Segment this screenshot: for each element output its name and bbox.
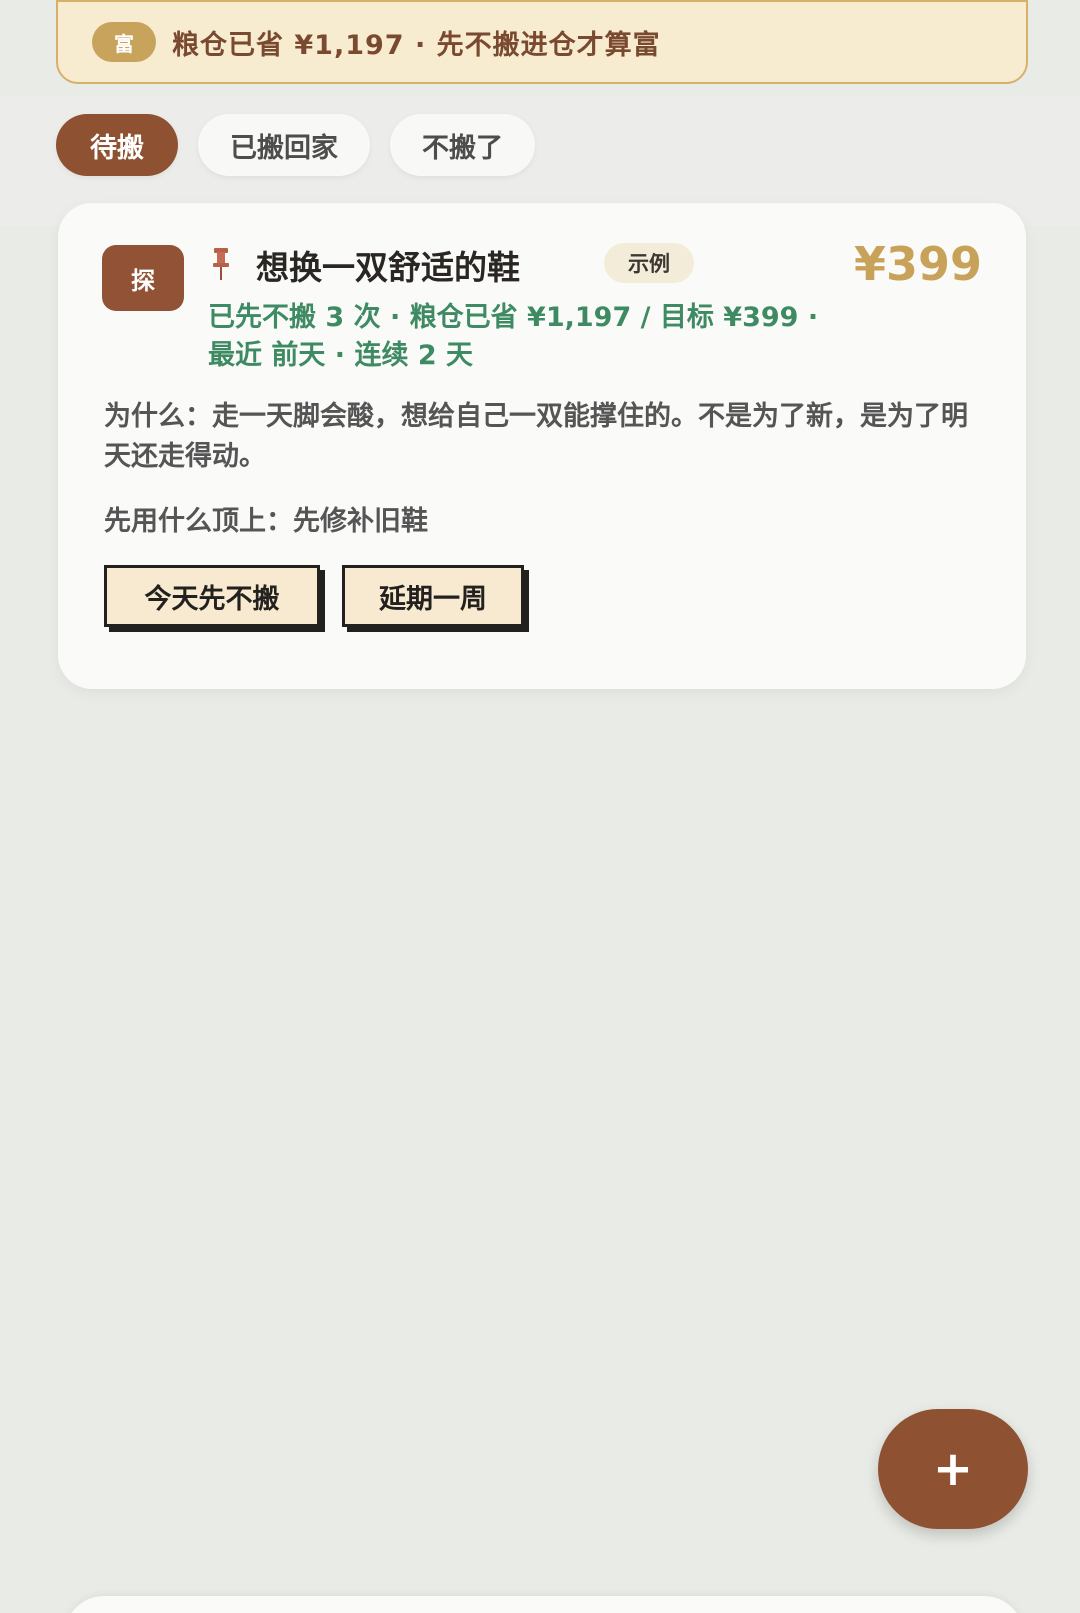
- reason-text: 为什么：走一天脚会酸，想给自己一双能撑住的。不是为了新，是为了明天还走得动。: [104, 401, 968, 472]
- bottom-sheet: [64, 1596, 1024, 1613]
- wish-item-card[interactable]: 探 想换一双舒适的鞋 示例 ¥399 已先不搬 3 次 · 粮仓已省 ¥1,19…: [58, 203, 1026, 689]
- skip-today-button[interactable]: 今天先不搬: [104, 565, 320, 627]
- item-title: 想换一双舒适的鞋: [256, 248, 520, 287]
- plus-icon: +: [932, 1441, 974, 1497]
- fallback-text: 先用什么顶上：先修补旧鞋: [104, 506, 428, 537]
- savings-banner: 富 粮仓已省 ¥1,197 · 先不搬进仓才算富: [56, 0, 1028, 84]
- status-tabs: 待搬 已搬回家 不搬了: [56, 114, 535, 176]
- target-price: ¥399: [853, 237, 982, 291]
- screen: 富 粮仓已省 ¥1,197 · 先不搬进仓才算富 待搬 已搬回家 不搬了 探 想…: [0, 0, 1080, 1613]
- category-icon: 探: [102, 245, 184, 311]
- tab-not-moving[interactable]: 不搬了: [390, 114, 535, 176]
- tab-moved-home[interactable]: 已搬回家: [198, 114, 370, 176]
- tab-pending[interactable]: 待搬: [56, 114, 178, 176]
- savings-summary: 粮仓已省 ¥1,197 · 先不搬进仓才算富: [172, 29, 661, 61]
- add-item-button[interactable]: +: [878, 1409, 1028, 1529]
- wealth-badge: 富: [92, 22, 156, 62]
- pushpin-icon: [213, 248, 229, 280]
- postpone-week-button[interactable]: 延期一周: [342, 565, 524, 627]
- progress-meta: 已先不搬 3 次 · 粮仓已省 ¥1,197 / 目标 ¥399 · 最近 前天…: [208, 302, 819, 371]
- card-actions: 今天先不搬 延期一周: [104, 565, 524, 627]
- example-badge: 示例: [604, 243, 694, 283]
